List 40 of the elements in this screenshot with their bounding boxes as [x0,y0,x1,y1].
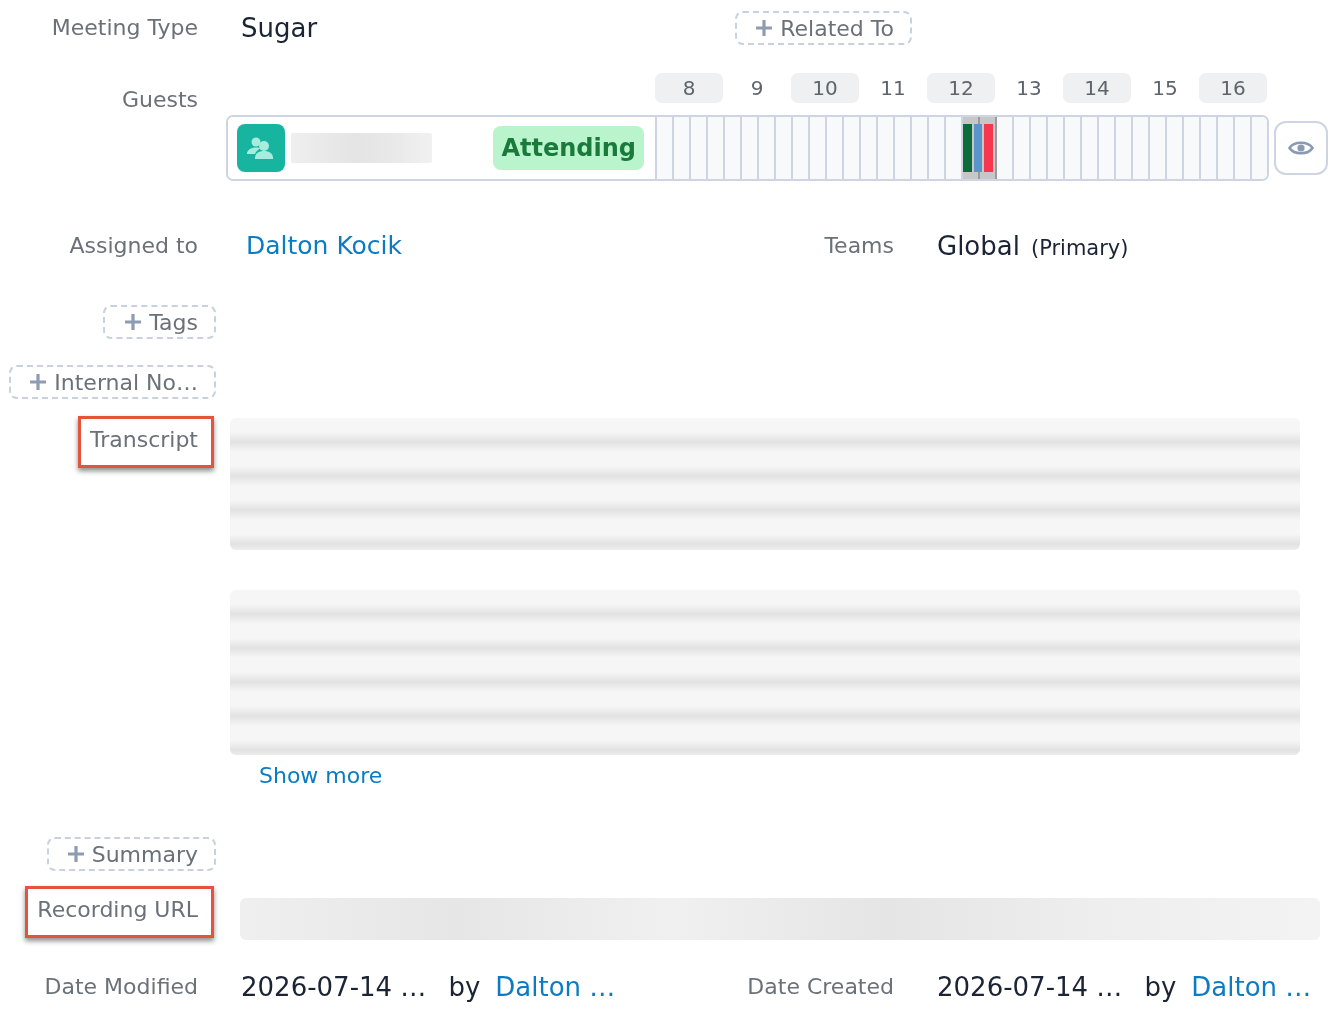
status-badge: Attending [493,126,644,170]
user-link[interactable]: Dalton Kocik [246,231,403,260]
hour-label: 16 [1199,73,1267,103]
hour-label: 15 [1152,75,1178,102]
team-note: (Primary) [1030,236,1129,260]
eye-icon [1288,139,1314,157]
field-value: Global [937,230,1020,262]
field-label: Transcript [90,427,198,452]
field-value: Sugar [241,13,318,43]
add-field-button[interactable]: Summary [46,837,216,871]
plus-icon [67,846,84,862]
add-field-button[interactable]: Tags [103,305,216,339]
hour-label: 13 [1016,75,1042,102]
user-link[interactable]: Dalton … [495,971,616,1003]
by-text: by [1144,971,1177,1003]
plus-icon [756,20,773,36]
field-label: Recording URL [37,897,198,922]
user-link[interactable]: Dalton … [1191,971,1312,1003]
date-value: 2026-07-14 … [241,971,427,1003]
field-label: Date Created [747,974,894,999]
add-field-button[interactable]: Related To [735,11,912,45]
field-label: Guests [121,87,198,112]
field-label: Meeting Type [51,15,198,40]
hour-label: 10 [791,73,859,103]
field-label: Date Modified [44,974,198,999]
field-label: Teams [824,233,894,258]
group-icon [237,124,285,172]
hour-label: 14 [1063,73,1131,103]
hour-label: 8 [655,73,723,103]
add-field-button[interactable]: Internal No… [9,365,216,399]
plus-icon [30,374,47,390]
eye-button[interactable] [1274,121,1328,175]
by-text: by [448,971,481,1003]
hour-label: 12 [927,73,995,103]
plus-icon [125,314,142,330]
hour-label: 9 [750,75,764,102]
show-more-link[interactable]: Show more [259,761,383,791]
date-value: 2026-07-14 … [937,971,1123,1003]
field-label: Assigned to [69,233,198,258]
hour-label: 11 [880,75,906,102]
